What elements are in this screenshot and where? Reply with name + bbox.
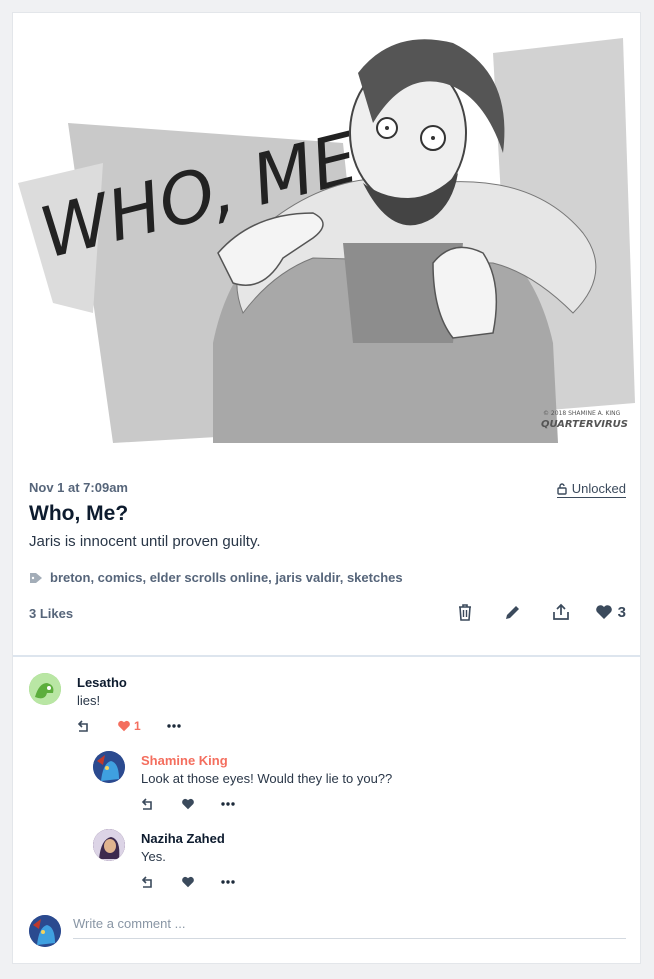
comment-like-count: 1 [134,719,141,733]
unlock-icon [557,482,567,495]
pencil-icon [505,606,519,619]
post-artwork[interactable]: WHO, ME? © 2018 SHAMINE A. KING QUARTERV… [13,13,640,463]
heart-icon [118,720,130,732]
comment-text: lies! [77,693,101,708]
tag-icon [30,572,42,583]
comment-author[interactable]: Shamine King [141,753,228,768]
reply-button[interactable] [141,875,155,889]
artwork-image: WHO, ME? © 2018 SHAMINE A. KING QUARTERV… [13,13,640,463]
post-description: Jaris is innocent until proven guilty. [29,533,261,550]
comment-like-button[interactable]: 1 [117,719,141,733]
reply-icon [141,876,152,888]
current-user-avatar [29,915,61,947]
like-count: 3 [617,603,626,621]
reply-icon [141,798,152,810]
comment-actions [141,875,261,889]
reply-icon [77,720,88,732]
comment-author[interactable]: Naziha Zahed [141,831,225,846]
edit-button[interactable] [489,598,537,626]
more-button[interactable] [221,802,235,806]
comment-actions [141,797,261,811]
heart-icon [595,605,612,619]
more-icon [221,802,235,806]
delete-button[interactable] [441,598,489,626]
comment-text: Look at those eyes! Would they lie to yo… [141,771,393,786]
post-date[interactable]: Nov 1 at 7:09am [29,480,626,495]
likes-count[interactable]: 3 Likes [29,606,73,621]
avatar-image [29,673,61,705]
heart-icon [182,876,194,888]
like-button[interactable]: 3 [595,598,626,626]
comment-like-button[interactable] [181,798,195,810]
post-actions: 3 [441,598,626,626]
avatar[interactable] [93,829,125,861]
share-button[interactable] [537,598,585,626]
comment-input[interactable]: Write a comment ... [73,916,626,939]
more-icon [166,724,181,728]
avatar[interactable] [29,673,61,705]
avatar[interactable] [93,751,125,783]
more-icon [221,880,235,884]
comment-text: Yes. [141,849,166,864]
svg-text:© 2018 SHAMINE A. KING: © 2018 SHAMINE A. KING [543,410,621,417]
comment-actions: 1 [77,719,207,733]
unlocked-label: Unlocked [571,481,626,496]
unlocked-link[interactable]: Unlocked [556,481,626,498]
post-tags: breton, comics, elder scrolls online, ja… [29,570,403,585]
avatar-image [93,751,125,783]
heart-icon [182,798,194,810]
reply-button[interactable] [77,719,91,733]
reply-button[interactable] [141,797,155,811]
comments-divider [13,655,640,657]
comment-author[interactable]: Lesatho [77,675,127,690]
share-icon [552,603,569,620]
post-card: WHO, ME? © 2018 SHAMINE A. KING QUARTERV… [12,12,641,964]
svg-text:QUARTERVIRUS: QUARTERVIRUS [541,419,628,430]
more-button[interactable] [166,724,181,728]
post-meta: Nov 1 at 7:09am Unlocked Who, Me? Jaris … [29,480,626,621]
post-title: Who, Me? [29,502,129,525]
more-button[interactable] [221,880,235,884]
comment-like-button[interactable] [181,876,195,888]
trash-icon [458,604,471,621]
avatar-image [29,915,61,947]
tag-list[interactable]: breton, comics, elder scrolls online, ja… [50,570,403,585]
avatar-image [93,829,125,861]
